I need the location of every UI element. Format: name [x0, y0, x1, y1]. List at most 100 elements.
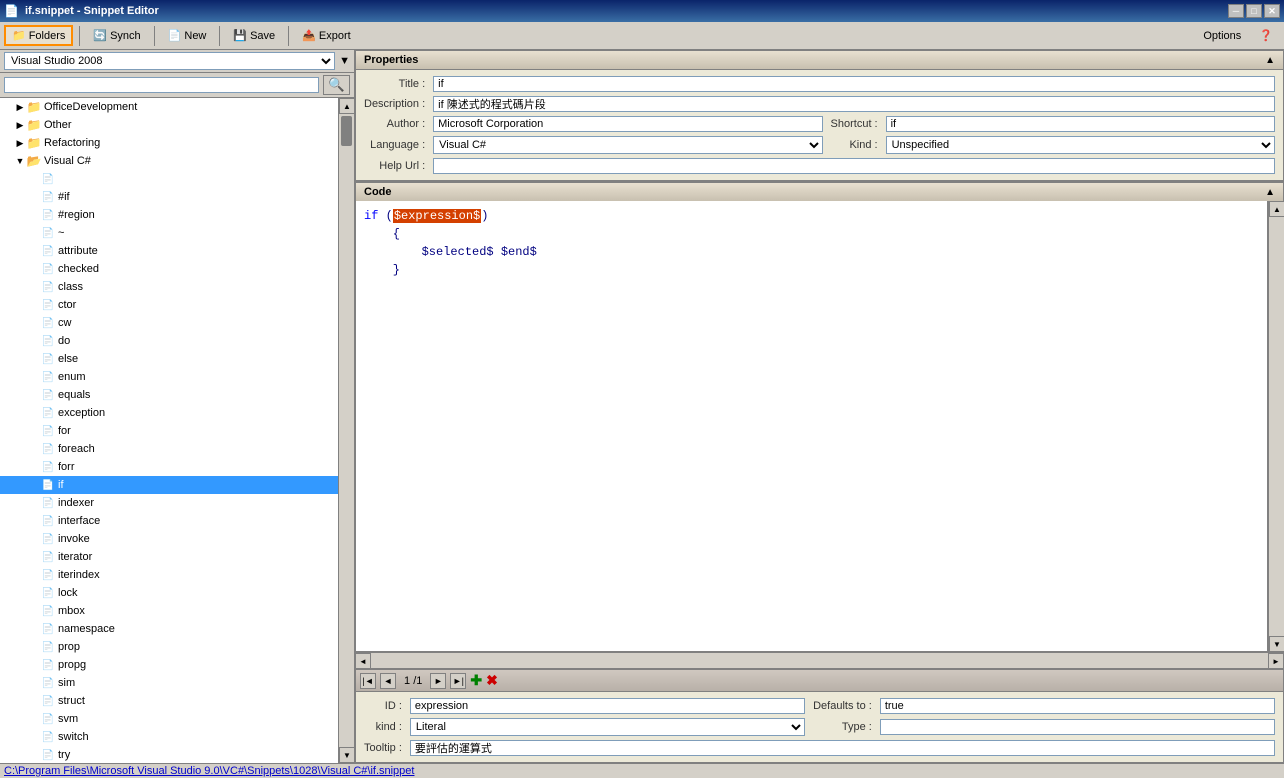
synch-button[interactable]: 🔄 Synch — [86, 26, 147, 45]
export-button[interactable]: 📤 Export — [295, 26, 358, 45]
scroll-down-arrow[interactable]: ▼ — [339, 747, 354, 763]
file-icon: 📄 — [40, 333, 56, 349]
folder-icon: 📂 — [26, 153, 42, 169]
code-scrollbar[interactable]: ▲ ▼ — [1268, 201, 1284, 652]
tree-item-for[interactable]: 📄 for — [0, 422, 338, 440]
tree-item-class[interactable]: 📄 class — [0, 278, 338, 296]
code-hscroll-left[interactable]: ◄ — [355, 653, 371, 668]
defaults-to-input[interactable] — [880, 698, 1275, 714]
tree-item-file-blank[interactable]: 📄 — [0, 170, 338, 188]
file-icon: 📄 — [40, 279, 56, 295]
tree-item-iterindex[interactable]: 📄 iterindex — [0, 566, 338, 584]
expand-icon[interactable]: ▶ — [14, 119, 26, 131]
tree-item-indexer[interactable]: 📄 indexer — [0, 494, 338, 512]
add-record-button[interactable]: ✚ — [470, 672, 482, 689]
tree-item-iterator[interactable]: 📄 iterator — [0, 548, 338, 566]
expand-icon[interactable]: ▼ — [14, 155, 26, 167]
scroll-up-arrow[interactable]: ▲ — [339, 98, 354, 114]
first-page-button[interactable]: |◄ — [360, 673, 376, 689]
code-hscrollbar[interactable]: ◄ ► — [355, 652, 1284, 668]
options-button[interactable]: Options — [1196, 27, 1248, 45]
author-input[interactable] — [433, 116, 822, 132]
toolbar: 📁 Folders 🔄 Synch 📄 New 💾 Save 📤 Export … — [0, 22, 1284, 50]
tree-item-svm[interactable]: 📄 svm — [0, 710, 338, 728]
type-input[interactable] — [880, 719, 1275, 735]
code-hscroll-right[interactable]: ► — [1268, 653, 1284, 668]
next-page-button[interactable]: ► — [430, 673, 446, 689]
code-scroll-up[interactable]: ▲ — [1269, 201, 1284, 217]
tree-item-ctor[interactable]: 📄 ctor — [0, 296, 338, 314]
tree-item-switch[interactable]: 📄 switch — [0, 728, 338, 746]
tree-item-visualcsharp[interactable]: ▼ 📂 Visual C# — [0, 152, 338, 170]
description-input[interactable] — [433, 96, 1275, 112]
tree-item-enum[interactable]: 📄 enum — [0, 368, 338, 386]
id-input[interactable] — [410, 698, 805, 714]
tree-item-other[interactable]: ▶ 📁 Other — [0, 116, 338, 134]
scroll-thumb[interactable] — [341, 116, 352, 146]
tree-item-hashregion[interactable]: 📄 #region — [0, 206, 338, 224]
main-container: 📁 Folders 🔄 Synch 📄 New 💾 Save 📤 Export … — [0, 22, 1284, 778]
help-button[interactable]: ❓ — [1252, 26, 1280, 45]
tree-item-exception[interactable]: 📄 exception — [0, 404, 338, 422]
tree-item-if[interactable]: 📄 if — [0, 476, 338, 494]
tree-item-mbox[interactable]: 📄 mbox — [0, 602, 338, 620]
tree-item-do[interactable]: 📄 do — [0, 332, 338, 350]
tree-label: ~ — [58, 227, 64, 239]
expand-icon[interactable]: ▶ — [14, 101, 26, 113]
collapse-button[interactable]: ▲ — [1265, 55, 1275, 66]
code-editor[interactable]: if ($expression$) { $selected$ $end$ } — [355, 201, 1268, 652]
tree-item-checked[interactable]: 📄 checked — [0, 260, 338, 278]
tree-label: #if — [58, 191, 70, 203]
tooltip-input[interactable] — [410, 740, 1275, 756]
vs-version-select[interactable]: Visual Studio 2008 — [4, 52, 335, 70]
tree-item-attribute[interactable]: 📄 attribute — [0, 242, 338, 260]
tree-item-hashif[interactable]: 📄 #if — [0, 188, 338, 206]
code-scroll-down[interactable]: ▼ — [1269, 636, 1284, 652]
tree-container[interactable]: ▶ 📁 OfficeDevelopment ▶ 📁 Other ▶ 📁 Refa… — [0, 98, 338, 763]
help-url-input[interactable] — [433, 158, 1275, 174]
tree-item-lock[interactable]: 📄 lock — [0, 584, 338, 602]
tree-item-interface[interactable]: 📄 interface — [0, 512, 338, 530]
code-collapse-button[interactable]: ▲ — [1265, 187, 1275, 198]
minimize-button[interactable]: ─ — [1228, 4, 1244, 18]
tree-item-try[interactable]: 📄 try — [0, 746, 338, 763]
maximize-button[interactable]: □ — [1246, 4, 1262, 18]
status-bar[interactable]: C:\Program Files\Microsoft Visual Studio… — [0, 763, 1284, 778]
file-icon: 📄 — [40, 189, 56, 205]
tree-item-cw[interactable]: 📄 cw — [0, 314, 338, 332]
tree-item-namespace[interactable]: 📄 namespace — [0, 620, 338, 638]
tree-label: equals — [58, 389, 90, 401]
file-icon: 📄 — [40, 369, 56, 385]
tree-item-prop[interactable]: 📄 prop — [0, 638, 338, 656]
tree-item-else[interactable]: 📄 else — [0, 350, 338, 368]
tree-item-struct[interactable]: 📄 struct — [0, 692, 338, 710]
tree-item-propg[interactable]: 📄 propg — [0, 656, 338, 674]
kind-select[interactable]: Unspecified — [886, 136, 1275, 154]
left-scrollbar[interactable]: ▲ ▼ — [338, 98, 354, 763]
expand-icon[interactable]: ▶ — [14, 137, 26, 149]
tree-item-refactoring[interactable]: ▶ 📁 Refactoring — [0, 134, 338, 152]
tree-item-invoke[interactable]: 📄 invoke — [0, 530, 338, 548]
tree-item-tilde[interactable]: 📄 ~ — [0, 224, 338, 242]
tree-item-foreach[interactable]: 📄 foreach — [0, 440, 338, 458]
tree-item-officedevelopment[interactable]: ▶ 📁 OfficeDevelopment — [0, 98, 338, 116]
tree-item-sim[interactable]: 📄 sim — [0, 674, 338, 692]
title-input[interactable] — [433, 76, 1275, 92]
kind2-select[interactable]: Literal — [410, 718, 805, 736]
search-button[interactable]: 🔍 — [323, 75, 350, 95]
language-select[interactable]: Visual C# — [433, 136, 822, 154]
save-button[interactable]: 💾 Save — [226, 26, 282, 45]
new-button[interactable]: 📄 New — [161, 26, 214, 45]
shortcut-input[interactable] — [886, 116, 1275, 132]
tree-label — [58, 173, 61, 185]
folders-button[interactable]: 📁 Folders — [4, 25, 73, 46]
tree-item-forr[interactable]: 📄 forr — [0, 458, 338, 476]
last-page-button[interactable]: ►| — [450, 673, 466, 689]
delete-record-button[interactable]: ✖ — [486, 672, 498, 689]
tree-item-equals[interactable]: 📄 equals — [0, 386, 338, 404]
prev-page-button[interactable]: ◄ — [380, 673, 396, 689]
tree-label: sim — [58, 677, 75, 689]
tree-label: else — [58, 353, 78, 365]
search-input[interactable] — [4, 77, 319, 93]
close-button[interactable]: ✕ — [1264, 4, 1280, 18]
